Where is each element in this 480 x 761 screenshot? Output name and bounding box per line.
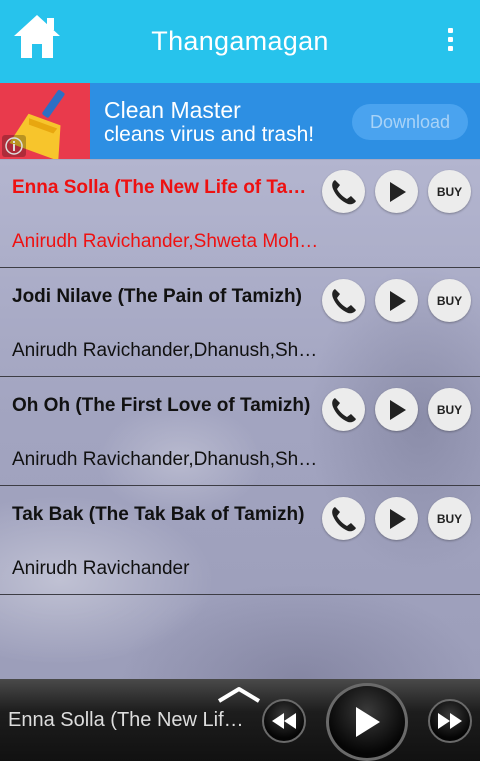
- song-artist: Anirudh Ravichander,Shweta Mohan: [12, 231, 320, 252]
- play-icon: [356, 707, 380, 737]
- ringtone-button[interactable]: [322, 170, 365, 213]
- song-row[interactable]: Enna Solla (The New Life of Tamizh) Anir…: [0, 159, 480, 268]
- song-artist: Anirudh Ravichander,Dhanush,Shweta Mohan: [12, 340, 320, 361]
- ringtone-button[interactable]: [322, 279, 365, 322]
- play-song-button[interactable]: [375, 497, 418, 540]
- song-artist: Anirudh Ravichander,Dhanush,Shweta Mohan: [12, 449, 320, 470]
- play-icon: [389, 399, 406, 420]
- ringtone-button[interactable]: [322, 388, 365, 431]
- ringtone-button[interactable]: [322, 497, 365, 540]
- rewind-icon: [272, 713, 296, 729]
- rewind-button[interactable]: [262, 699, 306, 743]
- play-song-button[interactable]: [375, 279, 418, 322]
- song-title: Tak Bak (The Tak Bak of Tamizh): [12, 504, 305, 525]
- song-title: Oh Oh (The First Love of Tamizh): [12, 395, 311, 416]
- ad-banner[interactable]: Clean Master cleans virus and trash! Dow…: [0, 83, 480, 161]
- play-song-button[interactable]: [375, 170, 418, 213]
- song-row[interactable]: Jodi Nilave (The Pain of Tamizh) Anirudh…: [0, 268, 480, 377]
- now-playing-title[interactable]: Enna Solla (The New Life of Tamizh): [8, 709, 253, 732]
- phone-icon: [331, 506, 356, 531]
- ad-subtitle: cleans virus and trash!: [104, 123, 315, 146]
- chevron-up-icon[interactable]: [216, 683, 262, 705]
- song-artist: Anirudh Ravichander: [12, 558, 190, 579]
- fast-forward-button[interactable]: [428, 699, 472, 743]
- phone-icon: [331, 179, 356, 204]
- song-title: Enna Solla (The New Life of Tamizh): [12, 177, 320, 198]
- song-title: Jodi Nilave (The Pain of Tamizh): [12, 286, 302, 307]
- play-icon: [389, 181, 406, 202]
- play-icon: [389, 290, 406, 311]
- buy-button[interactable]: BUY: [428, 497, 471, 540]
- fast-forward-icon: [438, 713, 462, 729]
- app-header: Thangamagan: [0, 0, 480, 83]
- song-row[interactable]: Oh Oh (The First Love of Tamizh) Anirudh…: [0, 377, 480, 486]
- song-row[interactable]: Tak Bak (The Tak Bak of Tamizh) Anirudh …: [0, 486, 480, 595]
- page-title: Thangamagan: [151, 26, 329, 56]
- ad-download-button[interactable]: Download: [352, 104, 468, 140]
- overflow-menu-icon[interactable]: [444, 28, 456, 56]
- ad-title: Clean Master: [104, 97, 241, 123]
- phone-icon: [331, 397, 356, 422]
- info-icon[interactable]: [2, 135, 26, 157]
- phone-icon: [331, 288, 356, 313]
- player-play-button[interactable]: [326, 683, 408, 761]
- play-icon: [389, 508, 406, 529]
- buy-button[interactable]: BUY: [428, 170, 471, 213]
- buy-button[interactable]: BUY: [428, 388, 471, 431]
- buy-button[interactable]: BUY: [428, 279, 471, 322]
- play-song-button[interactable]: [375, 388, 418, 431]
- song-list: Enna Solla (The New Life of Tamizh) Anir…: [0, 159, 480, 595]
- mini-player: Enna Solla (The New Life of Tamizh): [0, 679, 480, 761]
